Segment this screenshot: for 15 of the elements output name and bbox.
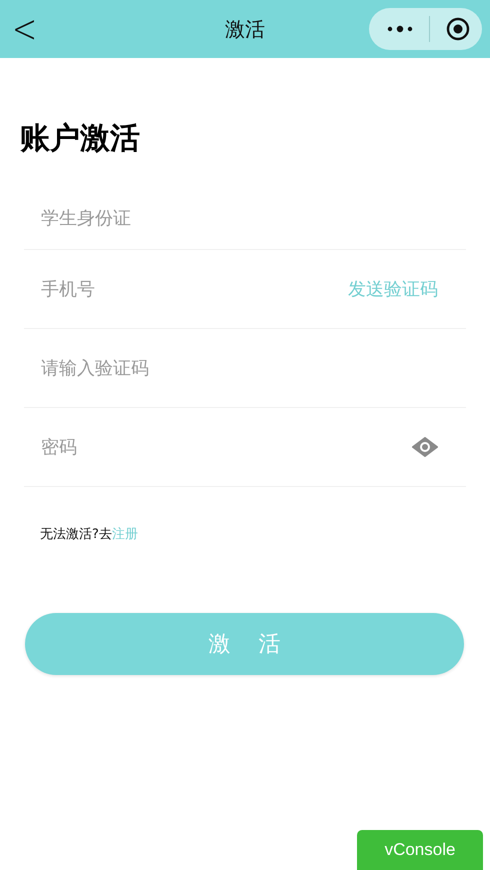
input-field[interactable]: 学生身份证 bbox=[39, 206, 438, 230]
page-title: 激活 bbox=[225, 16, 265, 42]
input-field[interactable]: 请输入验证码 bbox=[39, 356, 438, 380]
send-code-link[interactable]: 发送验证码 bbox=[348, 277, 438, 301]
eye-icon[interactable] bbox=[412, 437, 438, 457]
back-button[interactable]: < bbox=[4, 6, 46, 52]
input-field[interactable]: 手机号 bbox=[39, 278, 348, 300]
vconsole-button[interactable]: vConsole bbox=[357, 830, 483, 870]
activate-button[interactable]: 激 活 bbox=[25, 613, 464, 675]
more-icon[interactable] bbox=[387, 25, 413, 33]
page-heading: 账户激活 bbox=[20, 120, 141, 158]
close-icon[interactable] bbox=[446, 17, 470, 41]
register-link[interactable]: 注册 bbox=[112, 527, 138, 542]
input-field[interactable]: 密码 bbox=[39, 436, 412, 458]
register-prompt: 无法激活?去注册 bbox=[40, 526, 139, 543]
